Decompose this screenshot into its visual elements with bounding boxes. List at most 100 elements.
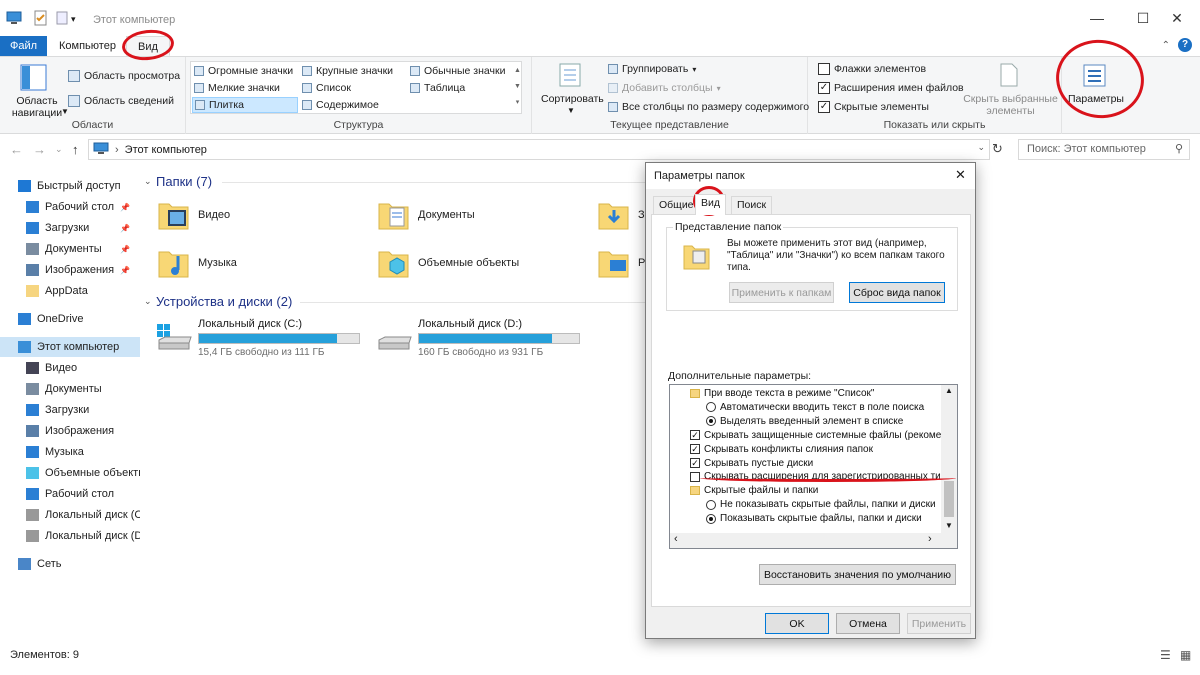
tree-item-radio[interactable]: Автоматически вводить текст в поле поиск… bbox=[706, 401, 924, 414]
file-extensions-toggle[interactable]: ✓ Расширения имен файлов bbox=[818, 82, 964, 94]
sidebar-item[interactable]: Документы bbox=[0, 379, 140, 399]
forward-arrow-icon[interactable]: → bbox=[33, 142, 46, 157]
sidebar-item[interactable]: Объемные объекты bbox=[0, 463, 140, 483]
gallery-scroll-icon[interactable]: ▲ ▼ ▾ bbox=[514, 63, 521, 111]
folders-header[interactable]: Папки (7) bbox=[156, 174, 212, 189]
folder-3d-objects[interactable]: Объемные объекты bbox=[378, 246, 519, 280]
refresh-icon[interactable]: ↻ bbox=[992, 141, 1003, 157]
navigation-pane-button[interactable]: Область навигации bbox=[8, 95, 66, 119]
collapse-ribbon-icon[interactable]: ⌃ bbox=[1162, 40, 1170, 51]
preview-pane-button[interactable]: Область просмотра bbox=[68, 70, 180, 82]
tree-item-check[interactable]: ✓ Скрывать защищенные системные файлы (ре… bbox=[690, 429, 947, 442]
scroll-up-icon[interactable]: ▲ bbox=[945, 386, 953, 395]
tree-item-radio[interactable]: Выделять введенный элемент в списке bbox=[706, 415, 903, 428]
up-arrow-icon[interactable]: ↑ bbox=[72, 142, 79, 157]
restore-defaults-button[interactable]: Восстановить значения по умолчанию bbox=[759, 564, 956, 585]
sidebar-item[interactable]: Изображения bbox=[0, 421, 140, 441]
sort-button[interactable]: Сортировать bbox=[541, 93, 604, 105]
recent-locations-icon[interactable]: ⌄ bbox=[55, 144, 63, 155]
minimize-button[interactable]: — bbox=[1074, 0, 1120, 36]
sidebar-item[interactable]: Локальный диск (D:) bbox=[0, 526, 140, 546]
pin-icon[interactable]: 📌 bbox=[120, 266, 130, 275]
help-icon[interactable]: ? bbox=[1178, 38, 1192, 52]
tab-computer[interactable]: Компьютер bbox=[48, 36, 127, 56]
ok-button[interactable]: OK bbox=[765, 613, 829, 634]
sidebar-item[interactable]: Загрузки 📌 bbox=[0, 218, 140, 238]
tree-item-check[interactable]: ✓ Скрывать конфликты слияния папок bbox=[690, 443, 873, 456]
vertical-scrollbar[interactable]: ▲ ▼ bbox=[941, 385, 957, 533]
current-view-group: Сортировать ▼ Группировать ▾ Добавить сто… bbox=[532, 57, 809, 134]
apply-button[interactable]: Применить bbox=[907, 613, 971, 634]
layout-content[interactable]: Содержимое bbox=[302, 99, 379, 111]
hidden-items-toggle[interactable]: ✓ Скрытые элементы bbox=[818, 101, 929, 113]
layout-extra-large[interactable]: Огромные значки bbox=[194, 65, 293, 77]
checkbox-icon bbox=[690, 471, 700, 482]
sidebar-item[interactable]: Этот компьютер bbox=[0, 337, 140, 357]
folder-documents[interactable]: Документы bbox=[378, 198, 475, 232]
tree-item-radio[interactable]: Показывать скрытые файлы, папки и диски bbox=[706, 512, 922, 525]
properties-icon[interactable] bbox=[33, 10, 49, 26]
folder-desktop[interactable]: Р bbox=[598, 246, 645, 280]
disk-d[interactable]: Локальный диск (D:) 160 ГБ свободно из 9… bbox=[375, 318, 585, 360]
folder-music[interactable]: Музыка bbox=[158, 246, 237, 280]
tree-item-check[interactable]: ✓ Скрывать пустые диски bbox=[690, 457, 813, 470]
folder-downloads[interactable]: З bbox=[598, 198, 645, 232]
details-view-icon[interactable]: ☰ bbox=[1160, 648, 1171, 662]
tab-view[interactable]: Вид bbox=[695, 194, 726, 215]
pin-icon[interactable]: 📌 bbox=[120, 203, 130, 212]
layout-large[interactable]: Крупные значки bbox=[302, 65, 393, 77]
address-bar[interactable]: › Этот компьютер ⌄ bbox=[88, 139, 990, 160]
large-icons-view-icon[interactable]: ▦ bbox=[1180, 648, 1191, 662]
cancel-button[interactable]: Отмена bbox=[836, 613, 900, 634]
sidebar-item[interactable]: Документы 📌 bbox=[0, 239, 140, 259]
sidebar-item[interactable]: Музыка bbox=[0, 442, 140, 462]
dialog-close-icon[interactable]: ✕ bbox=[955, 167, 966, 183]
breadcrumb[interactable]: Этот компьютер bbox=[125, 144, 207, 156]
sidebar-item[interactable]: Изображения 📌 bbox=[0, 260, 140, 280]
customize-qa-icon[interactable]: ▾ bbox=[71, 14, 87, 30]
sidebar-item[interactable]: Рабочий стол bbox=[0, 484, 140, 504]
scroll-down-icon[interactable]: ▼ bbox=[945, 521, 953, 530]
sidebar-item[interactable]: Быстрый доступ bbox=[0, 176, 140, 196]
chevron-down-icon[interactable]: ⌄ bbox=[144, 176, 152, 187]
fit-columns-button[interactable]: Все столбцы по размеру содержимого bbox=[608, 101, 809, 113]
item-checkboxes-toggle[interactable]: Флажки элементов bbox=[818, 63, 926, 75]
sidebar-item[interactable]: OneDrive bbox=[0, 309, 140, 329]
sidebar-item[interactable]: Видео bbox=[0, 358, 140, 378]
scroll-right-icon[interactable]: › bbox=[928, 533, 932, 545]
tree-item-radio[interactable]: Не показывать скрытые файлы, папки и дис… bbox=[706, 498, 936, 511]
address-dropdown-icon[interactable]: ⌄ bbox=[977, 142, 985, 153]
reset-folders-button[interactable]: Сброс вида папок bbox=[849, 282, 945, 303]
scrollbar-thumb[interactable] bbox=[944, 481, 954, 517]
hide-selected-button[interactable]: Скрыть выбранные элементы bbox=[963, 93, 1058, 117]
layout-small[interactable]: Мелкие значки bbox=[194, 82, 280, 94]
details-pane-button[interactable]: Область сведений bbox=[68, 95, 174, 107]
apply-to-folders-button[interactable]: Применить к папкам bbox=[729, 282, 834, 303]
add-columns-button[interactable]: Добавить столбцы ▾ bbox=[608, 82, 721, 94]
horizontal-scrollbar[interactable]: ‹ › bbox=[670, 533, 957, 548]
advanced-settings-tree[interactable]: При вводе текста в режиме "Список" Автома… bbox=[669, 384, 958, 549]
chevron-down-icon[interactable]: ⌄ bbox=[144, 296, 152, 307]
pin-icon[interactable]: 📌 bbox=[120, 224, 130, 233]
sidebar-item[interactable]: Рабочий стол 📌 bbox=[0, 197, 140, 217]
sidebar-item[interactable]: AppData bbox=[0, 281, 140, 301]
tab-search[interactable]: Поиск bbox=[731, 196, 773, 214]
sidebar-item[interactable]: Загрузки bbox=[0, 400, 140, 420]
scroll-left-icon[interactable]: ‹ bbox=[674, 533, 678, 545]
disk-c[interactable]: Локальный диск (C:) 15,4 ГБ свободно из … bbox=[155, 318, 365, 360]
devices-header[interactable]: Устройства и диски (2) bbox=[156, 294, 292, 309]
group-by-button[interactable]: Группировать ▾ bbox=[608, 63, 696, 75]
sidebar-item[interactable]: Локальный диск (C:) bbox=[0, 505, 140, 525]
sidebar-item[interactable]: Сеть bbox=[0, 554, 140, 574]
back-arrow-icon[interactable]: ← bbox=[10, 142, 23, 157]
close-button[interactable]: ✕ bbox=[1154, 0, 1200, 36]
layout-details[interactable]: Таблица bbox=[410, 82, 465, 94]
search-input[interactable]: Поиск: Этот компьютер ⚲ bbox=[1018, 139, 1190, 160]
layout-list[interactable]: Список bbox=[302, 82, 351, 94]
layout-tiles[interactable]: Плитка bbox=[192, 97, 298, 113]
pin-icon[interactable]: 📌 bbox=[120, 245, 130, 254]
new-folder-icon[interactable] bbox=[55, 10, 71, 26]
tab-file[interactable]: Файл bbox=[0, 36, 47, 56]
layout-medium[interactable]: Обычные значки bbox=[410, 65, 505, 77]
folder-videos[interactable]: Видео bbox=[158, 198, 230, 232]
